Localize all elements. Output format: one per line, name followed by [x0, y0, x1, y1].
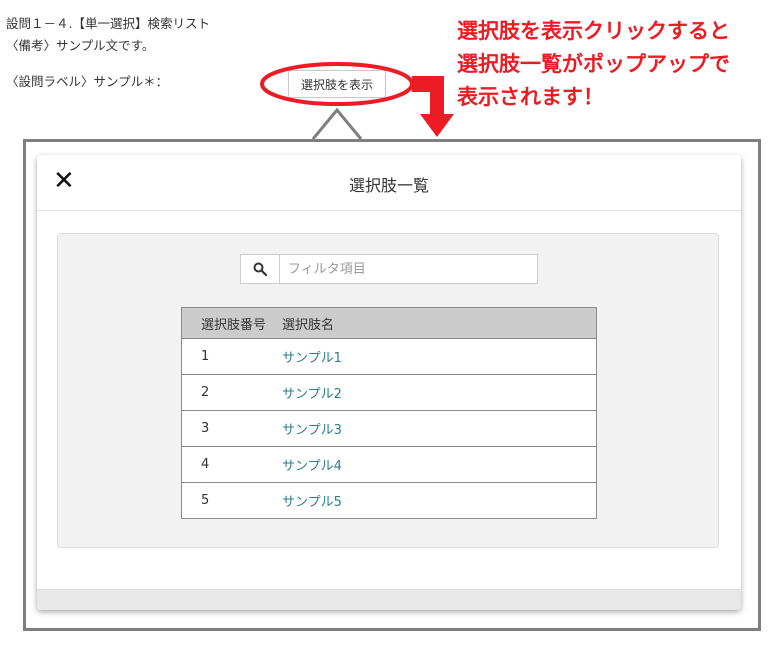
show-choices-button[interactable]: 選択肢を表示	[288, 70, 386, 98]
choice-number: 1	[181, 338, 282, 375]
annotation-line-1: 選択肢を表示クリックすると	[457, 19, 730, 43]
choice-number: 2	[181, 374, 282, 411]
modal-footer	[37, 589, 741, 610]
choice-name-link[interactable]: サンプル1	[282, 338, 597, 375]
table-header-row: 選択肢番号 選択肢名	[181, 307, 597, 339]
choice-name-link[interactable]: サンプル5	[282, 482, 597, 519]
choice-number: 4	[181, 446, 282, 483]
table-row[interactable]: 4 サンプル4	[181, 446, 597, 483]
question-note: 〈備考〉サンプル文です。	[6, 38, 155, 53]
choices-table: 選択肢番号 選択肢名 1 サンプル1 2 サンプル2 3 サンプル3 4 サンプ…	[181, 307, 597, 519]
search-icon	[240, 254, 279, 284]
annotation-line-3: 表示されます！	[457, 85, 604, 109]
table-row[interactable]: 1 サンプル1	[181, 338, 597, 375]
table-row[interactable]: 5 サンプル5	[181, 482, 597, 519]
header-choice-name: 選択肢名	[282, 307, 597, 339]
red-arrow	[412, 76, 454, 137]
choice-number: 5	[181, 482, 282, 519]
annotation-line-2: 選択肢一覧がポップアップで	[457, 52, 730, 76]
choice-name-link[interactable]: サンプル2	[282, 374, 597, 411]
filter-search-group	[240, 254, 538, 284]
table-row[interactable]: 2 サンプル2	[181, 374, 597, 411]
choices-modal: ✕ 選択肢一覧 選択肢番号 選択肢名 1 サンプ	[37, 155, 741, 610]
choice-name-link[interactable]: サンプル3	[282, 410, 597, 447]
header-choice-number: 選択肢番号	[181, 307, 282, 339]
choice-name-link[interactable]: サンプル4	[282, 446, 597, 483]
modal-header: ✕ 選択肢一覧	[37, 155, 741, 211]
modal-title: 選択肢一覧	[348, 176, 429, 195]
table-row[interactable]: 3 サンプル3	[181, 410, 597, 447]
question-label: 〈設問ラベル〉サンプル＊：	[6, 74, 169, 89]
choice-number: 3	[181, 410, 282, 447]
choices-panel: 選択肢番号 選択肢名 1 サンプル1 2 サンプル2 3 サンプル3	[57, 233, 719, 548]
question-title: 設問１－４.【単一選択】検索リスト	[6, 16, 210, 31]
filter-input[interactable]	[279, 254, 538, 284]
callout-pointer	[311, 107, 363, 140]
